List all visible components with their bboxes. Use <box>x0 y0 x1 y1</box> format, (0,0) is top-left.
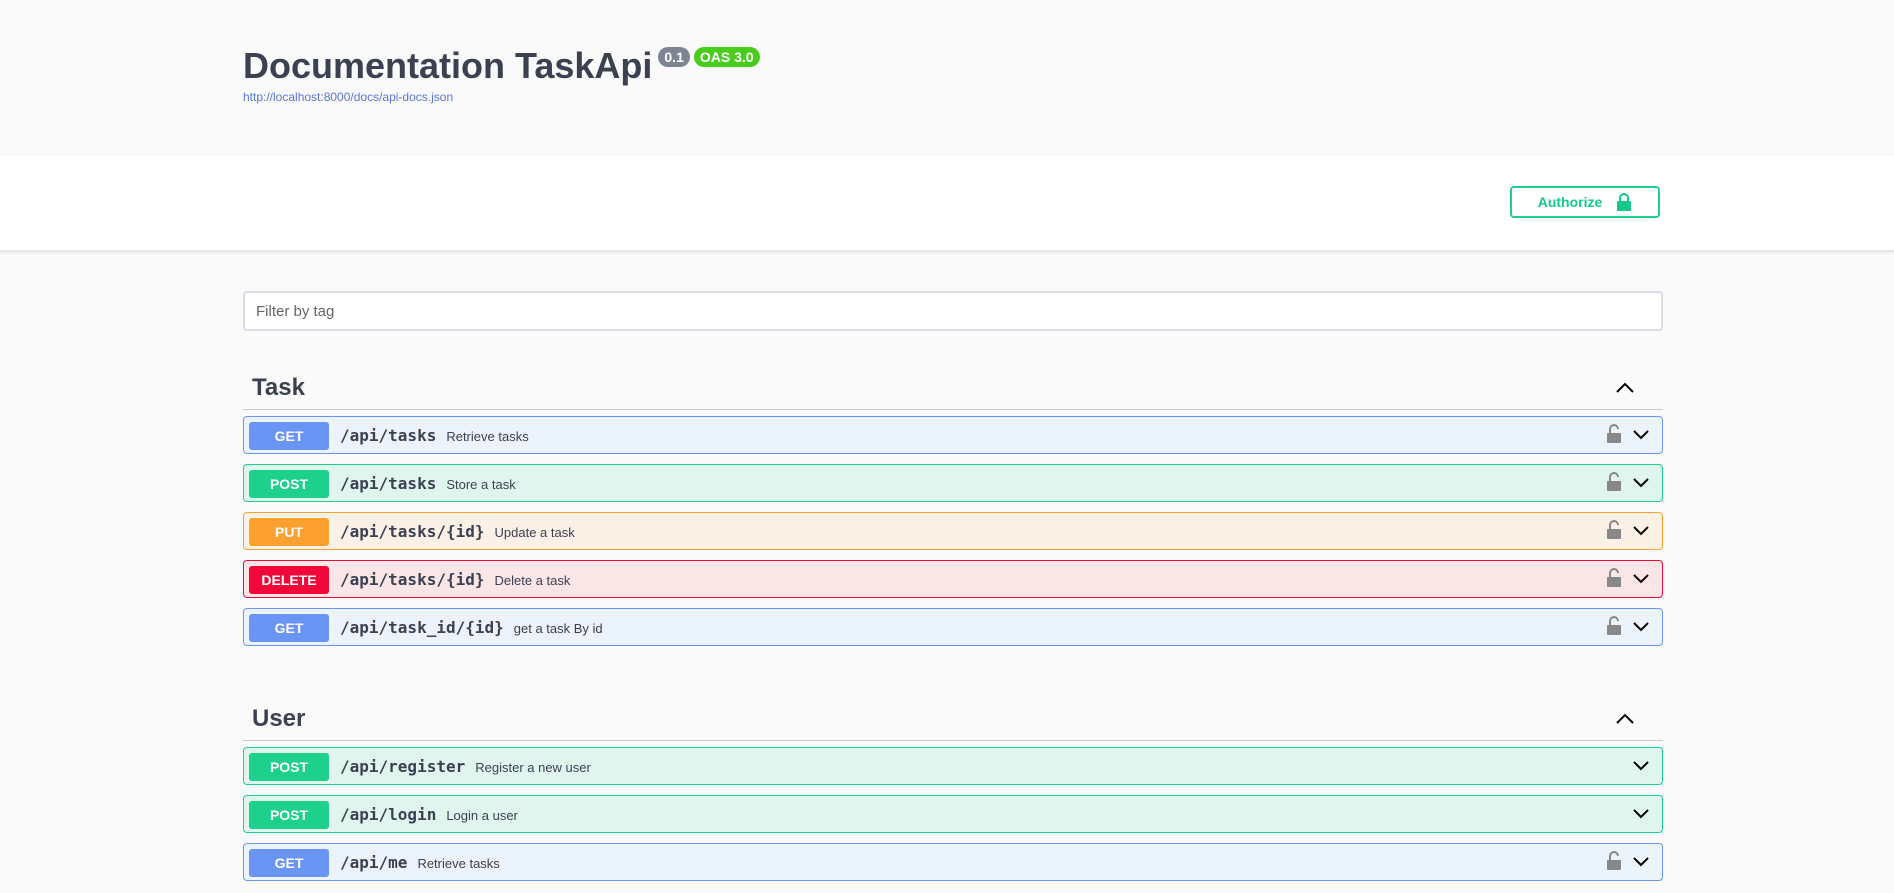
chevron-up-icon[interactable] <box>1615 378 1635 398</box>
method-badge: POST <box>249 753 329 781</box>
path-text: /api/register <box>340 757 466 776</box>
path-text: /api/tasks <box>340 474 437 493</box>
operation-summary: Retrieve tasks <box>417 856 500 871</box>
operation-path: /api/tasks/{id} Update a task <box>340 522 575 541</box>
path-text: /api/me <box>340 853 408 872</box>
operation-path: /api/login Login a user <box>340 805 518 824</box>
path-text: /api/tasks <box>340 426 437 445</box>
operation-summary: Update a task <box>494 525 575 540</box>
unlocked-icon[interactable] <box>1606 851 1622 871</box>
method-badge: PUT <box>249 518 329 546</box>
title-row: Documentation TaskApi 0.1 OAS 3.0 <box>243 44 760 88</box>
method-badge: DELETE <box>249 566 329 594</box>
chevron-down-icon[interactable] <box>1632 571 1650 585</box>
spec-url-link[interactable]: http://localhost:8000/docs/api-docs.json <box>243 90 453 104</box>
scheme-bar: Authorize <box>0 156 1894 252</box>
operation-path: /api/task_id/{id} get a task By id <box>340 618 603 637</box>
unlocked-icon[interactable] <box>1606 472 1622 492</box>
operation-summary: Store a task <box>446 477 516 492</box>
chevron-down-icon[interactable] <box>1632 475 1650 489</box>
method-badge: POST <box>249 801 329 829</box>
operation-path: /api/register Register a new user <box>340 757 591 776</box>
operation-summary: Login a user <box>446 808 518 823</box>
unlocked-icon[interactable] <box>1606 616 1622 636</box>
tag-header-task[interactable]: Task <box>243 364 1663 410</box>
operation-summary: Register a new user <box>475 760 591 775</box>
tag-title: User <box>252 705 306 732</box>
chevron-up-icon[interactable] <box>1615 709 1635 729</box>
operation-summary: get a task By id <box>513 621 603 636</box>
page-title: Documentation TaskApi <box>243 45 653 86</box>
method-badge: GET <box>249 849 329 877</box>
operation-put[interactable]: PUT/api/tasks/{id} Update a task <box>243 512 1663 550</box>
authorize-label: Authorize <box>1537 194 1603 210</box>
operation-get[interactable]: GET/api/me Retrieve tasks <box>243 843 1663 881</box>
operation-path: /api/tasks Store a task <box>340 474 516 493</box>
unlocked-icon[interactable] <box>1606 520 1622 540</box>
operation-path: /api/me Retrieve tasks <box>340 853 500 872</box>
operation-post[interactable]: POST/api/tasks Store a task <box>243 464 1663 502</box>
chevron-down-icon[interactable] <box>1632 619 1650 633</box>
path-text: /api/task_id/{id} <box>340 618 504 637</box>
unlocked-icon[interactable] <box>1606 424 1622 444</box>
operation-path: /api/tasks Retrieve tasks <box>340 426 529 445</box>
oas-badge: OAS 3.0 <box>693 47 760 67</box>
info-section: Documentation TaskApi 0.1 OAS 3.0 http:/… <box>0 0 1894 156</box>
filter-by-tag-input[interactable] <box>243 291 1663 331</box>
operation-get[interactable]: GET/api/task_id/{id} get a task By id <box>243 608 1663 646</box>
operation-delete[interactable]: DELETE/api/tasks/{id} Delete a task <box>243 560 1663 598</box>
unlocked-icon[interactable] <box>1606 568 1622 588</box>
chevron-down-icon[interactable] <box>1632 854 1650 868</box>
operation-get[interactable]: GET/api/tasks Retrieve tasks <box>243 416 1663 454</box>
path-text: /api/tasks/{id} <box>340 570 485 589</box>
tag-section-task: Task GET/api/tasks Retrieve tasks POST/api/… <box>243 364 1663 656</box>
operation-path: /api/tasks/{id} Delete a task <box>340 570 570 589</box>
method-badge: POST <box>249 470 329 498</box>
chevron-down-icon[interactable] <box>1632 523 1650 537</box>
chevron-down-icon[interactable] <box>1632 758 1650 772</box>
chevron-down-icon[interactable] <box>1632 806 1650 820</box>
operation-summary: Delete a task <box>494 573 571 588</box>
tag-header-user[interactable]: User <box>243 695 1663 741</box>
method-badge: GET <box>249 422 329 450</box>
method-badge: GET <box>249 614 329 642</box>
tag-section-user: User POST/api/register Register a new user… <box>243 695 1663 891</box>
chevron-down-icon[interactable] <box>1632 427 1650 441</box>
version-badge: 0.1 <box>658 47 690 67</box>
operation-post[interactable]: POST/api/login Login a user <box>243 795 1663 833</box>
operation-summary: Retrieve tasks <box>446 429 529 444</box>
path-text: /api/tasks/{id} <box>340 522 485 541</box>
lock-icon <box>1617 193 1632 211</box>
tag-title: Task <box>252 374 305 401</box>
operation-post[interactable]: POST/api/register Register a new user <box>243 747 1663 785</box>
authorize-button[interactable]: Authorize <box>1510 186 1660 218</box>
path-text: /api/login <box>340 805 437 824</box>
